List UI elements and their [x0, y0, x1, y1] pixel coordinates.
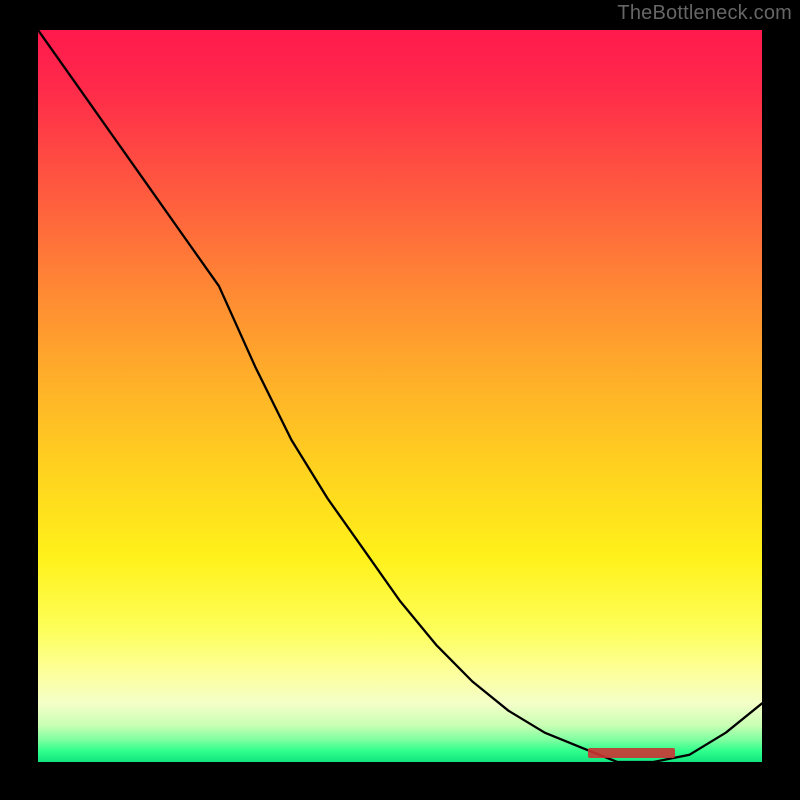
chart-frame: TheBottleneck.com	[0, 0, 800, 800]
bottleneck-curve	[38, 30, 762, 762]
min-marker	[588, 748, 675, 758]
chart-line-svg	[38, 30, 762, 762]
plot-outer	[38, 30, 762, 762]
attribution-label: TheBottleneck.com	[617, 2, 792, 25]
